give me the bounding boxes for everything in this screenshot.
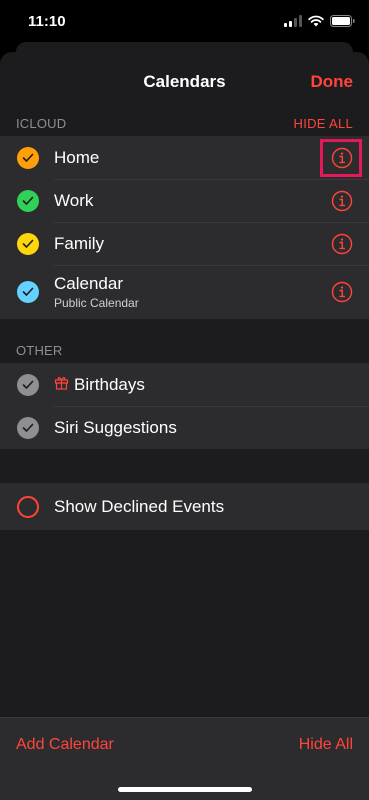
wifi-icon — [308, 14, 324, 32]
info-icon[interactable] — [331, 190, 353, 212]
calendar-row-work[interactable]: Work — [0, 179, 369, 222]
calendar-row-siri-suggestions[interactable]: Siri Suggestions — [0, 406, 369, 449]
checkmark-icon[interactable] — [17, 416, 39, 439]
checkmark-icon[interactable] — [17, 146, 39, 169]
calendar-sublabel: Public Calendar — [54, 296, 139, 310]
checkmark-icon[interactable] — [17, 232, 39, 255]
show-declined-label: Show Declined Events — [54, 496, 225, 516]
calendar-label-block: Birthdays — [54, 375, 145, 395]
calendar-label: Siri Suggestions — [54, 417, 177, 437]
cellular-signal-icon — [284, 14, 302, 32]
calendar-label-block: Calendar Public Calendar — [54, 274, 139, 310]
home-indicator — [117, 787, 252, 792]
show-declined-events-row[interactable]: Show Declined Events — [0, 483, 369, 530]
calendar-label: Home — [54, 147, 100, 167]
calendar-label: Calendar — [54, 274, 123, 293]
unchecked-circle-icon[interactable] — [17, 496, 39, 518]
calendar-label: Birthdays — [74, 374, 145, 394]
calendar-row-calendar[interactable]: Calendar Public Calendar — [0, 265, 369, 319]
done-button[interactable]: Done — [311, 72, 354, 92]
info-icon[interactable] — [331, 147, 353, 169]
info-icon[interactable] — [331, 281, 353, 303]
checkmark-icon[interactable] — [17, 373, 39, 396]
info-icon[interactable] — [331, 233, 353, 255]
other-section-label: OTHER — [16, 343, 63, 358]
checkmark-icon[interactable] — [17, 189, 39, 212]
icloud-section-label: ICLOUD — [16, 116, 67, 131]
hide-all-button[interactable]: Hide All — [299, 736, 353, 754]
status-icons — [284, 14, 355, 32]
checkmark-icon[interactable] — [17, 281, 39, 303]
add-calendar-button[interactable]: Add Calendar — [16, 736, 114, 754]
calendar-row-birthdays[interactable]: Birthdays — [0, 363, 369, 406]
nav-bar: Calendars Done — [0, 52, 369, 109]
calendars-sheet: Calendars Done ICLOUD HIDE ALL Home Work — [0, 52, 369, 800]
icloud-section-header: ICLOUD HIDE ALL — [0, 109, 369, 136]
calendar-row-family[interactable]: Family — [0, 222, 369, 265]
battery-icon — [330, 14, 355, 32]
calendar-label: Work — [54, 190, 94, 210]
status-time: 11:10 — [28, 13, 66, 30]
calendar-row-home[interactable]: Home — [0, 136, 369, 179]
other-calendar-list: Birthdays Siri Suggestions — [0, 363, 369, 449]
other-section-header: OTHER — [0, 319, 369, 363]
status-bar: 11:10 — [0, 0, 369, 44]
bottom-toolbar: Add Calendar Hide All — [0, 717, 369, 800]
hide-all-icloud-button[interactable]: HIDE ALL — [294, 116, 353, 131]
icloud-calendar-list: Home Work Family Calendar Public Calenda… — [0, 136, 369, 319]
gift-icon — [54, 375, 69, 395]
calendar-label: Family — [54, 233, 105, 253]
